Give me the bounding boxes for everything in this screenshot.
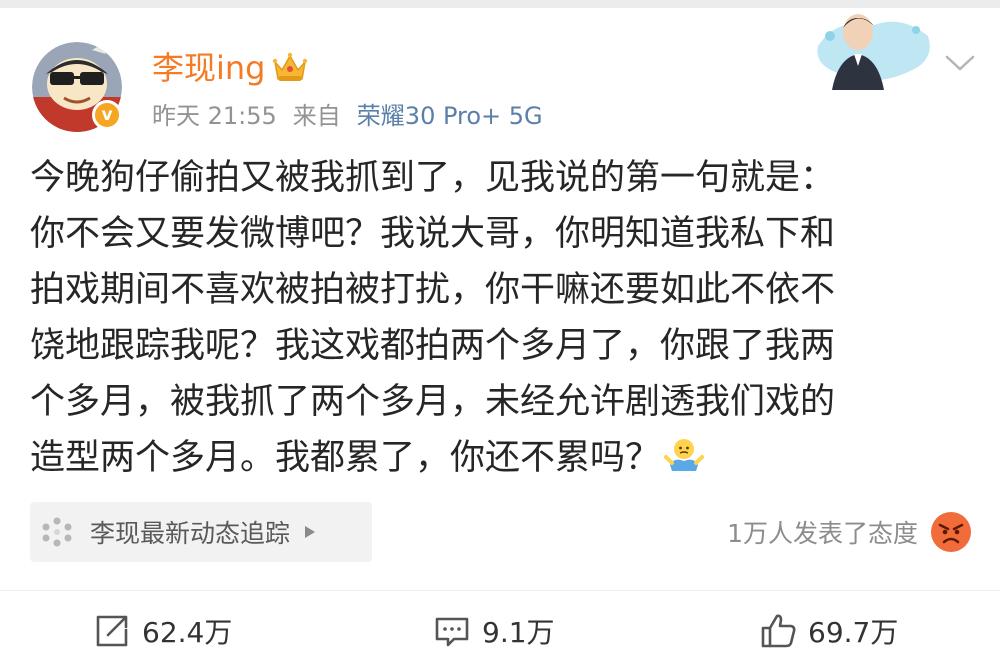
repost-icon [96,615,128,647]
content-line: 个多月，被我抓了两个多月，未经允许剧透我们戏的 [30,382,836,422]
source-prefix: 来自 [292,102,341,130]
repost-button[interactable]: 62.4万 [92,606,232,656]
content-line: 今晚狗仔偷拍又被我抓到了，见我说的第一句就是： [30,158,836,198]
content-line: 拍戏期间不喜欢被拍被打扰，你干嘛还要如此不依不 [30,270,836,310]
topic-link[interactable]: 李现最新动态追踪 [30,502,372,562]
content-line-last: 造型两个多月。我都累了，你还不累吗？ [30,430,980,486]
author-name[interactable]: 李现ing [152,46,266,90]
reaction-summary[interactable]: 1万人发表了态度 [727,508,972,556]
post-device[interactable]: 荣耀30 Pro+ 5G [357,102,543,130]
divider [0,590,1000,591]
play-arrow-icon [305,526,316,538]
reaction-text: 1万人发表了态度 [727,519,918,548]
celebrity-banner-image [808,6,938,90]
comment-button[interactable]: 9.1万 [432,606,555,656]
content-line-text: 造型两个多月。我都累了，你还不累吗？ [30,438,661,478]
comment-count: 9.1万 [482,616,555,649]
chevron-down-icon[interactable] [944,52,976,74]
post-content: 今晚狗仔偷拍又被我抓到了，见我说的第一句就是： 你不会又要发微博吧？我说大哥，你… [30,150,980,486]
content-line: 饶地跟踪我呢？我这戏都拍两个多月了，你跟了我两 [30,326,836,366]
author-name-row[interactable]: 李现ing [152,46,308,90]
verified-v-icon: v [92,100,122,130]
topic-dots-icon [42,517,72,547]
like-button[interactable]: 69.7万 [758,606,898,656]
angry-face-icon [931,512,971,552]
post-time: 昨天 21:55 [152,102,277,130]
thumbs-up-icon [761,614,796,648]
crown-icon [272,52,307,81]
content-line: 你不会又要发微博吧？我说大哥，你明知道我私下和 [30,214,836,254]
like-count: 69.7万 [808,616,899,649]
post-meta: 昨天 21:55 来自 荣耀30 Pro+ 5G [152,100,543,132]
repost-count: 62.4万 [142,616,233,649]
topic-label: 李现最新动态追踪 [90,519,291,548]
comment-icon [435,617,469,647]
shrug-emoji-icon [664,439,705,471]
